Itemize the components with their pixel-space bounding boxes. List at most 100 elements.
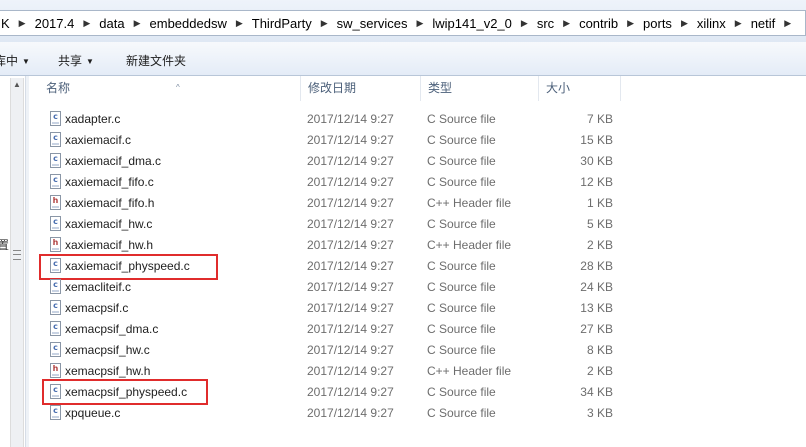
breadcrumb-separator-icon[interactable]: ▶: [674, 18, 695, 29]
breadcrumb-separator-icon[interactable]: ▶: [12, 18, 33, 29]
include-in-library-button[interactable]: 库中 ▼: [0, 52, 30, 69]
file-name: xemacpsif.c: [65, 301, 129, 315]
file-type: C++ Header file: [427, 196, 512, 210]
breadcrumb-item[interactable]: xilinx: [695, 16, 728, 31]
file-name: xadapter.c: [65, 112, 121, 126]
share-button[interactable]: 共享 ▼: [58, 52, 94, 69]
breadcrumb-item[interactable]: contrib: [577, 16, 620, 31]
file-type: C Source file: [427, 280, 496, 294]
chevron-down-icon: ▼: [22, 57, 30, 66]
breadcrumb-item[interactable]: embeddedsw: [148, 16, 229, 31]
file-list: 名称 ^ 修改日期 类型 大小 c xadapter.c 2017/12/14 9:…: [29, 76, 806, 447]
file-row[interactable]: c xemacpsif.c 2017/12/14 9:27 C Source file…: [29, 298, 806, 319]
column-header-size[interactable]: 大小: [539, 76, 621, 101]
breadcrumb-separator-icon[interactable]: ▶: [514, 18, 535, 29]
column-header-name[interactable]: 名称 ^: [39, 76, 301, 101]
breadcrumb-item[interactable]: sw_services: [335, 16, 410, 31]
breadcrumb-item[interactable]: netif: [749, 16, 778, 31]
file-date: 2017/12/14 9:27: [307, 112, 394, 126]
c-source-file-icon: c: [50, 216, 61, 231]
file-date: 2017/12/14 9:27: [307, 196, 394, 210]
breadcrumb-separator-icon[interactable]: ▶: [728, 18, 749, 29]
breadcrumb-item[interactable]: K: [0, 16, 12, 31]
file-name: xaxiemacif_hw.c: [65, 217, 153, 231]
file-name: xaxiemacif_fifo.c: [65, 175, 154, 189]
file-type: C Source file: [427, 406, 496, 420]
nav-item-label[interactable]: 置: [0, 236, 9, 253]
file-row[interactable]: c xemacpsif_hw.c 2017/12/14 9:27 C Source f…: [29, 340, 806, 361]
file-row[interactable]: c xadapter.c 2017/12/14 9:27 C Source file 7…: [29, 109, 806, 130]
c-source-file-icon: c: [50, 300, 61, 315]
file-row[interactable]: c xaxiemacif_fifo.c 2017/12/14 9:27 C Sourc…: [29, 172, 806, 193]
c-source-file-icon: c: [50, 342, 61, 357]
file-date: 2017/12/14 9:27: [307, 364, 394, 378]
new-folder-button[interactable]: 新建文件夹: [126, 52, 186, 69]
breadcrumb-separator-icon[interactable]: ▶: [620, 18, 641, 29]
breadcrumb-item[interactable]: 2017.4: [33, 16, 77, 31]
breadcrumb-item[interactable]: ports: [641, 16, 674, 31]
file-size: 12 KB: [580, 175, 613, 189]
breadcrumb-item[interactable]: lwip141_v2_0: [430, 16, 514, 31]
file-date: 2017/12/14 9:27: [307, 385, 394, 399]
file-type: C Source file: [427, 343, 496, 357]
toolbar: 库中 ▼ 共享 ▼ 新建文件夹: [0, 42, 806, 76]
scroll-up-icon[interactable]: ▲: [13, 80, 21, 89]
file-type: C Source file: [427, 259, 496, 273]
column-header-type[interactable]: 类型: [421, 76, 539, 101]
file-type: C Source file: [427, 217, 496, 231]
file-row[interactable]: c xemacliteif.c 2017/12/14 9:27 C Source fi…: [29, 277, 806, 298]
file-size: 5 KB: [586, 217, 613, 231]
file-date: 2017/12/14 9:27: [307, 322, 394, 336]
file-row[interactable]: h xaxiemacif_fifo.h 2017/12/14 9:27 C++ Hea…: [29, 193, 806, 214]
c-source-file-icon: c: [50, 279, 61, 294]
file-date: 2017/12/14 9:27: [307, 175, 394, 189]
breadcrumb-separator-icon[interactable]: ▶: [127, 18, 148, 29]
file-type: C Source file: [427, 385, 496, 399]
file-type: C Source file: [427, 154, 496, 168]
c-source-file-icon: c: [50, 405, 61, 420]
file-size: 28 KB: [580, 259, 613, 273]
file-type: C Source file: [427, 112, 496, 126]
breadcrumb-item[interactable]: ThirdParty: [250, 16, 314, 31]
file-size: 24 KB: [580, 280, 613, 294]
file-row[interactable]: c xaxiemacif_physpeed.c 2017/12/14 9:27 C S…: [29, 254, 806, 280]
breadcrumb-separator-icon[interactable]: ▶: [556, 18, 577, 29]
file-size: 13 KB: [580, 301, 613, 315]
file-date: 2017/12/14 9:27: [307, 133, 394, 147]
breadcrumb-item[interactable]: data: [97, 16, 126, 31]
file-name: xaxiemacif_dma.c: [65, 154, 162, 168]
file-row[interactable]: c xemacpsif_dma.c 2017/12/14 9:27 C Source …: [29, 319, 806, 340]
file-row[interactable]: h xaxiemacif_hw.h 2017/12/14 9:27 C++ Heade…: [29, 235, 806, 256]
file-date: 2017/12/14 9:27: [307, 406, 394, 420]
file-type: C++ Header file: [427, 364, 512, 378]
file-size: 2 KB: [586, 238, 613, 252]
file-name: xpqueue.c: [65, 406, 121, 420]
file-date: 2017/12/14 9:27: [307, 280, 394, 294]
c-source-file-icon: c: [50, 132, 61, 147]
file-name: xaxiemacif_hw.h: [65, 238, 154, 252]
nav-scrollbar[interactable]: ▲: [10, 78, 24, 447]
breadcrumb-separator-icon[interactable]: ▶: [229, 18, 250, 29]
c-source-file-icon: c: [50, 321, 61, 336]
file-row[interactable]: c xpqueue.c 2017/12/14 9:27 C Source file 3 …: [29, 403, 806, 424]
address-bar: K ▶ 2017.4 ▶ data ▶ embeddedsw ▶ ThirdParty ▶ sw_s…: [0, 0, 806, 42]
file-size: 1 KB: [586, 196, 613, 210]
breadcrumb-separator-icon[interactable]: ▶: [409, 18, 430, 29]
breadcrumb-separator-icon[interactable]: ▶: [314, 18, 335, 29]
file-row[interactable]: c xaxiemacif.c 2017/12/14 9:27 C Source fil…: [29, 130, 806, 151]
breadcrumb-item[interactable]: src: [535, 16, 556, 31]
breadcrumb[interactable]: K ▶ 2017.4 ▶ data ▶ embeddedsw ▶ ThirdParty ▶ sw_s…: [0, 10, 806, 36]
file-type: C Source file: [427, 322, 496, 336]
file-size: 7 KB: [586, 112, 613, 126]
breadcrumb-separator-icon[interactable]: ▶: [76, 18, 97, 29]
scroll-thumb-grip[interactable]: [13, 250, 21, 260]
file-name: xemacpsif_hw.c: [65, 343, 150, 357]
file-row[interactable]: c xaxiemacif_hw.c 2017/12/14 9:27 C Source …: [29, 214, 806, 235]
file-row[interactable]: c xemacpsif_physpeed.c 2017/12/14 9:27 C So…: [29, 379, 806, 405]
file-type: C Source file: [427, 175, 496, 189]
file-row[interactable]: c xaxiemacif_dma.c 2017/12/14 9:27 C Source…: [29, 151, 806, 172]
breadcrumb-separator-icon[interactable]: ▶: [777, 18, 798, 29]
column-header-date[interactable]: 修改日期: [301, 76, 421, 101]
annotation-highlight-box: [42, 379, 208, 405]
file-name: xaxiemacif.c: [65, 133, 132, 147]
